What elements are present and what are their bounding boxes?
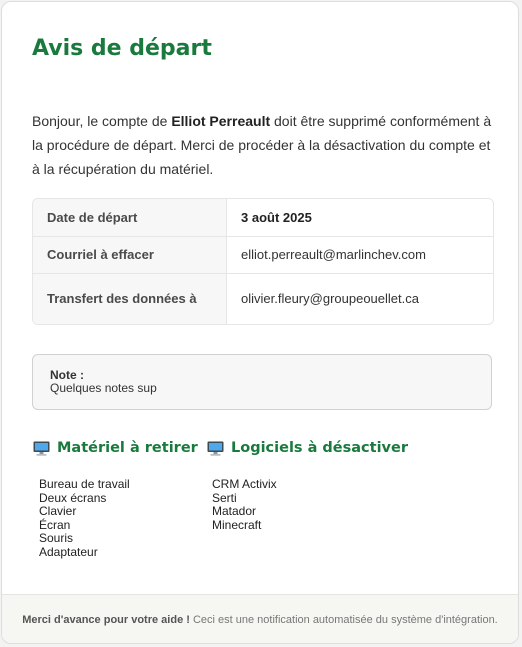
hardware-list: Bureau de travail Deux écrans Clavier Éc… bbox=[39, 477, 130, 559]
list-item: Matador bbox=[212, 504, 257, 518]
table-row: Transfert des données à olivier.fleury@g… bbox=[33, 273, 493, 324]
computer-icon bbox=[207, 441, 224, 456]
list-item: Clavier bbox=[39, 504, 77, 518]
row-value-date: 3 août 2025 bbox=[241, 209, 312, 225]
software-title-text: Logiciels à désactiver bbox=[231, 440, 408, 456]
list-item: Deux écrans bbox=[39, 490, 107, 505]
list-item: Serti bbox=[212, 490, 237, 505]
footer: Merci d'avance pour votre aide ! Ceci es… bbox=[2, 594, 518, 643]
note-text: Quelques notes sup bbox=[50, 381, 157, 395]
table-row: Date de départ 3 août 2025 bbox=[33, 199, 493, 236]
software-section-title: Logiciels à désactiver bbox=[207, 440, 408, 456]
software-list: CRM Activix Serti Matador Minecraft bbox=[212, 477, 277, 532]
list-item: CRM Activix bbox=[212, 477, 277, 491]
hardware-title-text: Matériel à retirer bbox=[57, 440, 198, 456]
list-item: Bureau de travail bbox=[39, 477, 130, 491]
list-item: Souris bbox=[39, 531, 74, 545]
list-item: Adaptateur bbox=[39, 544, 98, 559]
row-label-transfer: Transfert des données à bbox=[33, 273, 227, 324]
note-box: Note : Quelques notes sup bbox=[32, 354, 492, 410]
notification-card: Avis de départ Bonjour, le compte de Ell… bbox=[1, 1, 519, 644]
intro-paragraph: Bonjour, le compte de Elliot Perreault d… bbox=[32, 109, 496, 181]
page-title: Avis de départ bbox=[32, 36, 212, 61]
footer-thanks: Merci d'avance pour votre aide ! bbox=[22, 614, 190, 626]
footer-note: Ceci est une notification automatisée du… bbox=[192, 614, 498, 626]
info-table: Date de départ 3 août 2025 Courriel à ef… bbox=[32, 198, 494, 325]
list-item: Minecraft bbox=[212, 517, 262, 532]
list-item: Écran bbox=[39, 517, 71, 532]
intro-text-before: Bonjour, le compte de bbox=[32, 113, 172, 129]
row-value-email: elliot.perreault@marlinchev.com bbox=[241, 247, 426, 262]
row-label-email: Courriel à effacer bbox=[33, 236, 227, 273]
row-value-transfer: olivier.fleury@groupeouellet.ca bbox=[241, 291, 419, 307]
employee-name: Elliot Perreault bbox=[171, 113, 271, 129]
hardware-section-title: Matériel à retirer bbox=[33, 440, 198, 456]
table-row: Courriel à effacer elliot.perreault@marl… bbox=[33, 236, 493, 273]
row-label-date: Date de départ bbox=[33, 199, 227, 236]
computer-icon bbox=[33, 441, 50, 456]
